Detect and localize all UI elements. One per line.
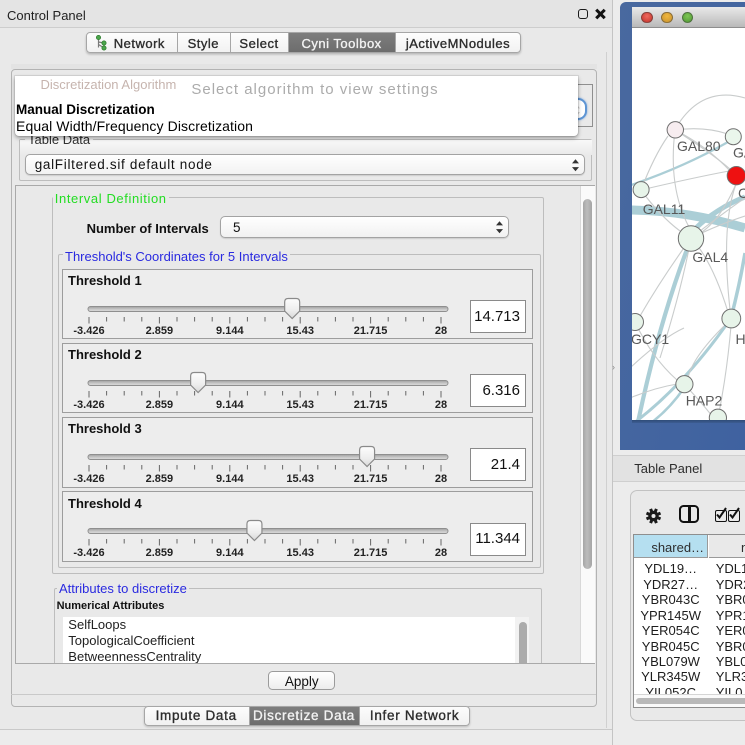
svg-text:GA: GA xyxy=(733,145,745,161)
svg-text:GAL11: GAL11 xyxy=(643,201,686,217)
svg-text:C: C xyxy=(738,185,745,201)
svg-text:GCY1: GCY1 xyxy=(632,331,669,347)
svg-text:H: H xyxy=(736,331,745,347)
svg-text:GAL80: GAL80 xyxy=(677,138,721,154)
svg-text:GAL4: GAL4 xyxy=(692,249,728,265)
svg-text:HAP2: HAP2 xyxy=(686,393,723,409)
